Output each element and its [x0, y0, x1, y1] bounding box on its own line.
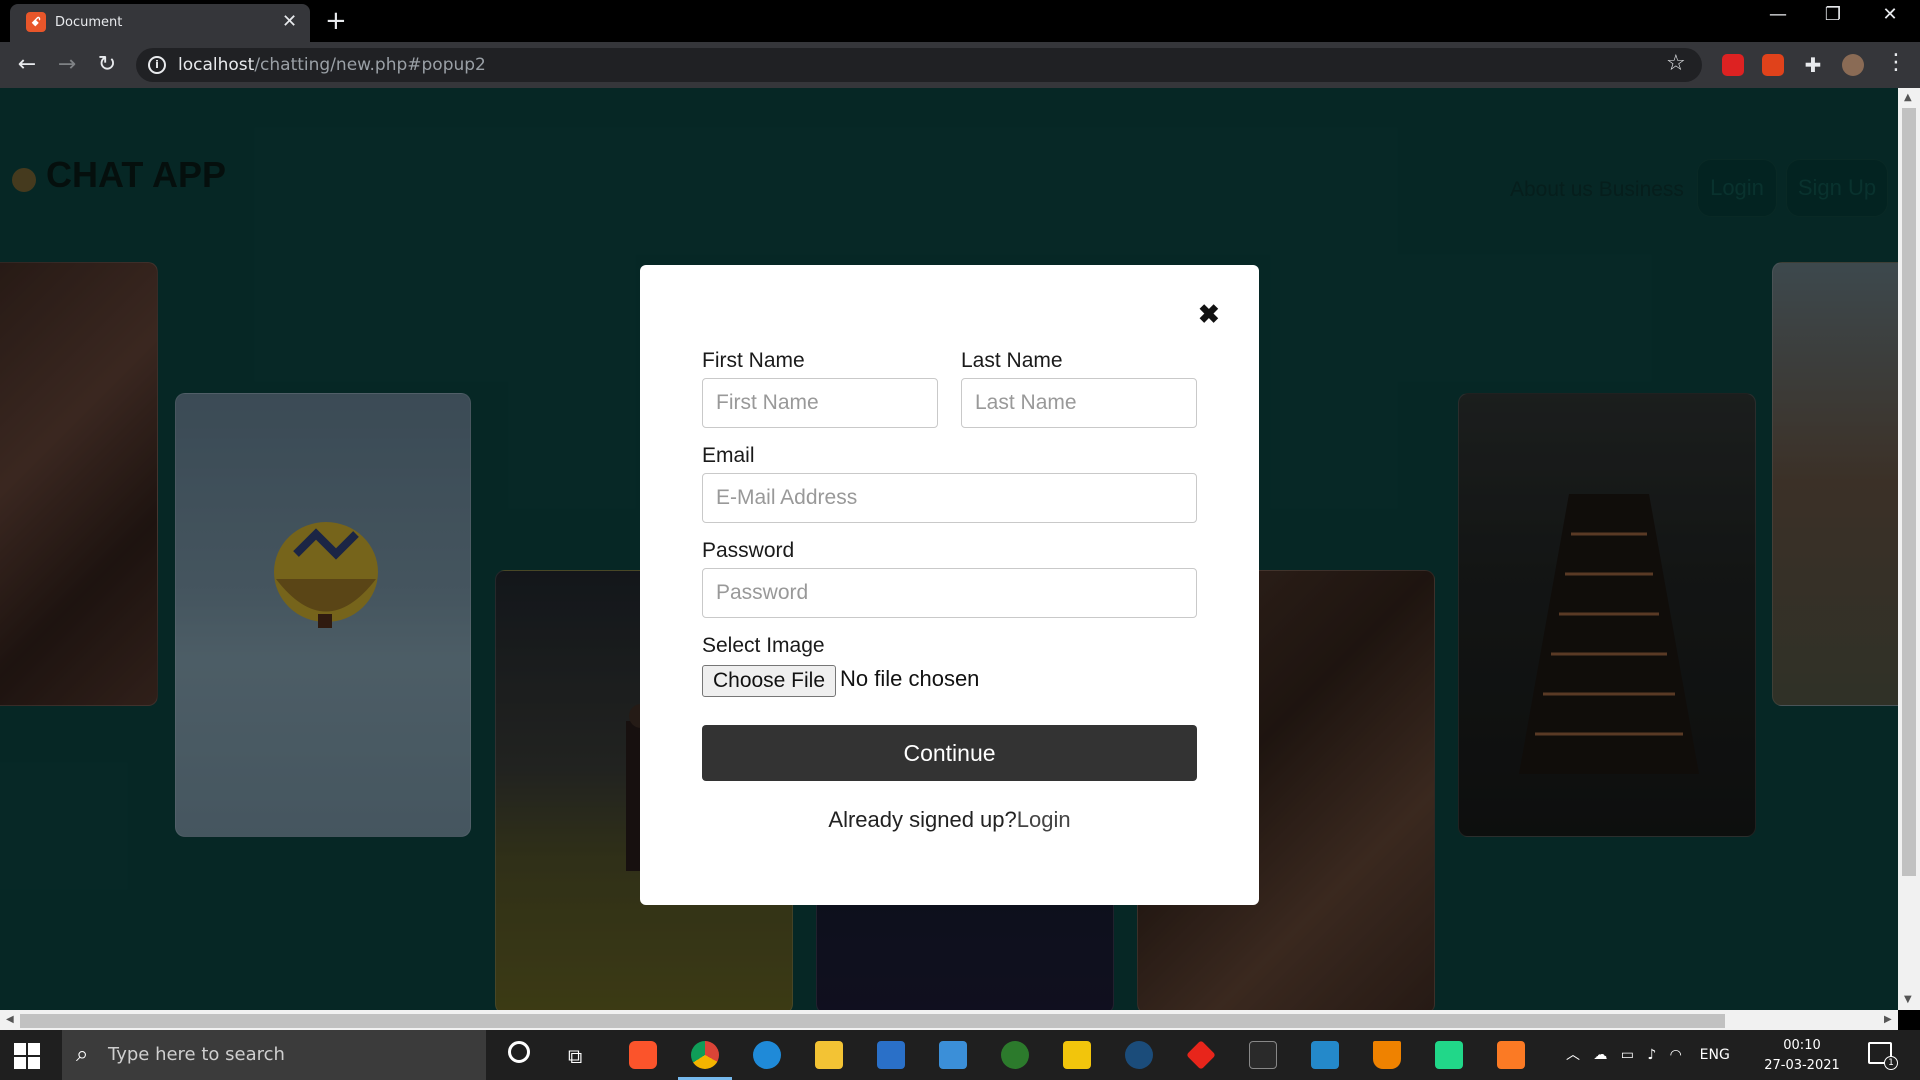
menu-kebab-icon[interactable]: ⋮ [1885, 50, 1907, 75]
search-icon: ⌕ [76, 1042, 89, 1067]
email-field[interactable]: E-Mail Address [702, 473, 1197, 523]
back-button[interactable]: ← [12, 52, 42, 78]
continue-button[interactable]: Continue [702, 725, 1197, 781]
tab-close-icon[interactable]: ✕ [282, 11, 297, 32]
chrome-icon[interactable] [691, 1041, 719, 1069]
task-view-icon[interactable]: ⧉ [568, 1044, 582, 1068]
password-field[interactable]: Password [702, 568, 1197, 618]
tab-title: Document [55, 15, 123, 30]
horizontal-scroll-thumb[interactable] [20, 1014, 1725, 1028]
battery-icon[interactable]: ▭ [1621, 1047, 1634, 1063]
reload-button[interactable]: ↻ [92, 52, 122, 78]
cortana-icon[interactable] [508, 1041, 530, 1063]
adblock-extension-icon[interactable] [1722, 54, 1744, 76]
close-window-button[interactable]: ✕ [1872, 4, 1908, 25]
scroll-left-arrow-icon[interactable]: ◀ [6, 1014, 14, 1025]
office-extension-icon[interactable] [1762, 54, 1784, 76]
password-label: Password [702, 539, 795, 562]
last-name-label: Last Name [961, 349, 1063, 372]
file-status: No file chosen [840, 666, 980, 691]
tab-document[interactable]: ꗃ Document ✕ [10, 4, 310, 42]
url-host: localhost [178, 55, 255, 75]
store-icon[interactable] [877, 1041, 905, 1069]
extensions-puzzle-icon[interactable]: ✚ [1802, 54, 1824, 76]
brave-icon[interactable] [629, 1041, 657, 1069]
url-path: /chatting/new.php#popup2 [254, 55, 486, 75]
vscode-icon[interactable] [1311, 1041, 1339, 1069]
clock-time: 00:10 [1783, 1038, 1821, 1053]
xampp-icon: ꗃ [26, 12, 46, 32]
clock[interactable]: 00:10 27-03-2021 [1762, 1036, 1842, 1076]
already-text: Already signed up? [828, 807, 1017, 832]
url-text[interactable]: localhost/chatting/new.php#popup2 [178, 55, 486, 75]
last-name-field[interactable]: Last Name [961, 378, 1197, 428]
restore-button[interactable]: ❐ [1815, 4, 1851, 25]
clock-date: 27-03-2021 [1764, 1058, 1840, 1073]
page-viewport: CHAT APP About us Business Login Sign Up [0, 88, 1898, 1010]
new-tab-button[interactable]: + [325, 5, 347, 37]
first-name-label: First Name [702, 349, 805, 372]
edge-icon[interactable] [753, 1041, 781, 1069]
language-indicator[interactable]: ENG [1700, 1047, 1730, 1063]
address-bar[interactable]: i localhost/chatting/new.php#popup2 ☆ [136, 48, 1702, 82]
onedrive-icon[interactable]: ☁ [1593, 1047, 1607, 1063]
windows-start-icon[interactable] [14, 1043, 40, 1069]
choose-file-button[interactable]: Choose File [702, 665, 836, 697]
epic-games-icon[interactable] [1249, 1041, 1277, 1069]
scroll-up-arrow-icon[interactable]: ▲ [1904, 92, 1912, 103]
notification-count: 1 [1884, 1056, 1898, 1070]
signup-modal: ✖ First Name First Name Last Name Last N… [640, 265, 1259, 905]
profile-avatar[interactable] [1842, 54, 1864, 76]
volume-icon[interactable]: ♪ [1647, 1047, 1656, 1063]
xbox-icon[interactable] [1001, 1041, 1029, 1069]
email-label: Email [702, 444, 755, 467]
scroll-right-arrow-icon[interactable]: ▶ [1884, 1014, 1892, 1025]
close-icon[interactable]: ✖ [1198, 301, 1220, 327]
scroll-down-arrow-icon[interactable]: ▼ [1904, 994, 1912, 1005]
bookmark-star-icon[interactable]: ☆ [1666, 51, 1686, 76]
vertical-scroll-thumb[interactable] [1902, 108, 1916, 876]
first-name-field[interactable]: First Name [702, 378, 938, 428]
system-tray[interactable]: ︿ ☁ ▭ ♪ ◠ ENG [1566, 1044, 1730, 1064]
select-image-label: Select Image [702, 634, 825, 657]
pycharm-icon[interactable] [1435, 1041, 1463, 1069]
tray-chevron-icon[interactable]: ︿ [1566, 1047, 1580, 1063]
file-explorer-icon[interactable] [815, 1041, 843, 1069]
minimize-button[interactable]: — [1760, 4, 1796, 25]
login-link[interactable]: Login [1017, 807, 1071, 832]
xampp-taskbar-icon[interactable] [1497, 1041, 1525, 1069]
forward-button[interactable]: → [52, 52, 82, 78]
mail-icon[interactable] [939, 1041, 967, 1069]
taskbar-search[interactable]: ⌕ Type here to search [62, 1030, 486, 1080]
info-icon[interactable]: i [148, 56, 166, 74]
wifi-icon[interactable]: ◠ [1670, 1047, 1682, 1063]
vlc-icon[interactable] [1373, 1041, 1401, 1069]
already-signed-up: Already signed up?Login [640, 807, 1259, 833]
search-placeholder: Type here to search [108, 1044, 285, 1065]
rockstar-icon[interactable] [1063, 1041, 1091, 1069]
steam-icon[interactable] [1125, 1041, 1153, 1069]
